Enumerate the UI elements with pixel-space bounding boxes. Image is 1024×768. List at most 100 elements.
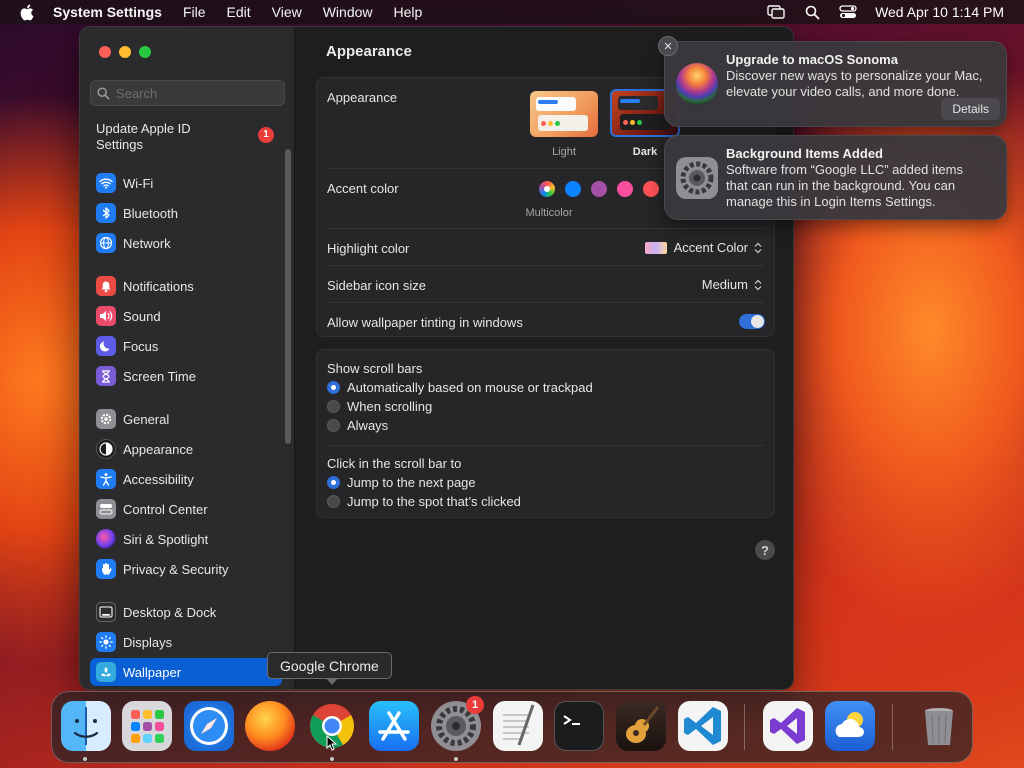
notification-body: Discover new ways to personalize your Ma… — [726, 68, 983, 99]
macos-sonoma-icon — [676, 63, 718, 105]
apple-id-update-item[interactable]: Update Apple ID Settings 1 — [96, 121, 276, 153]
sidebar-item-privacy-security[interactable]: Privacy & Security — [90, 555, 282, 583]
sidebar-item-wifi[interactable]: Wi-Fi — [90, 169, 282, 197]
sidebar-item-label: Appearance — [123, 441, 194, 457]
accent-blue-swatch[interactable] — [565, 181, 581, 197]
sidebar-item-label: Accessibility — [123, 471, 194, 487]
appearance-icon — [96, 439, 116, 459]
menu-app-name[interactable]: System Settings — [53, 4, 162, 20]
radio-selected[interactable] — [327, 381, 340, 394]
menu-view[interactable]: View — [272, 4, 302, 20]
dock-garageband-icon[interactable] — [616, 701, 666, 751]
speaker-icon — [96, 306, 116, 326]
sidebar-item-appearance[interactable]: Appearance — [90, 435, 282, 463]
notification-background-items[interactable]: Background Items Added Software from “Go… — [664, 135, 1007, 220]
menu-edit[interactable]: Edit — [227, 4, 251, 20]
dock-finder-icon[interactable] — [61, 701, 111, 751]
divider — [327, 445, 764, 446]
minimize-window-button[interactable] — [119, 46, 131, 58]
sidebar-item-label: Network — [123, 235, 171, 251]
dock-app-store-icon[interactable] — [369, 701, 419, 751]
highlight-color-label: Highlight color — [327, 241, 410, 256]
sidebar-item-label: Displays — [123, 634, 173, 650]
sidebar-item-network[interactable]: Network — [90, 229, 282, 257]
dock-launchpad-icon[interactable] — [122, 701, 172, 751]
moon-icon — [96, 336, 116, 356]
click-next-page-option[interactable]: Jump to the next page — [327, 475, 476, 490]
scroll-bars-auto-option[interactable]: Automatically based on mouse or trackpad — [327, 380, 593, 395]
spotlight-search-icon[interactable] — [803, 4, 821, 20]
sidebar-item-siri-spotlight[interactable]: Siri & Spotlight — [90, 525, 282, 553]
scroll-bars-when-scrolling-option[interactable]: When scrolling — [327, 399, 432, 414]
apple-menu-icon[interactable] — [19, 4, 37, 20]
hand-icon — [96, 559, 116, 579]
sidebar-item-bluetooth[interactable]: Bluetooth — [90, 199, 282, 227]
sidebar-item-sound[interactable]: Sound — [90, 302, 282, 330]
notification-details-button[interactable]: Details — [941, 98, 1000, 120]
screen-mirroring-icon[interactable] — [767, 4, 785, 20]
notification-title: Background Items Added — [726, 146, 883, 161]
zoom-window-button[interactable] — [139, 46, 151, 58]
menu-help[interactable]: Help — [394, 4, 423, 20]
dock-running-indicator — [330, 757, 334, 761]
dock-settings-badge: 1 — [466, 696, 484, 714]
radio-unselected[interactable] — [327, 419, 340, 432]
control-center-icon — [96, 499, 116, 519]
gear-icon — [96, 409, 116, 429]
menu-clock[interactable]: Wed Apr 10 1:14 PM — [875, 4, 1004, 20]
accent-purple-swatch[interactable] — [591, 181, 607, 197]
sidebar-item-wallpaper[interactable]: Wallpaper — [90, 658, 282, 686]
click-next-page-label: Jump to the next page — [347, 475, 476, 490]
radio-unselected[interactable] — [327, 400, 340, 413]
sidebar-item-control-center[interactable]: Control Center — [90, 495, 282, 523]
sidebar-icon-size-popup[interactable]: Medium — [702, 277, 762, 292]
dock-terminal-icon[interactable] — [554, 701, 604, 751]
dock-visual-studio-icon[interactable] — [763, 701, 813, 751]
sidebar-icon-size-label: Sidebar icon size — [327, 278, 426, 293]
help-button[interactable]: ? — [755, 540, 775, 560]
dock-weather-icon[interactable] — [825, 701, 875, 751]
dock-separator — [892, 704, 893, 750]
notification-sonoma-upgrade[interactable]: Upgrade to macOS Sonoma Discover new way… — [664, 41, 1007, 127]
search-input[interactable] — [116, 85, 276, 101]
scroll-bars-always-option[interactable]: Always — [327, 418, 388, 433]
sidebar-item-desktop-dock[interactable]: Desktop & Dock — [90, 598, 282, 626]
sidebar-item-accessibility[interactable]: Accessibility — [90, 465, 282, 493]
sidebar-item-general[interactable]: General — [90, 405, 282, 433]
highlight-color-popup[interactable]: Accent Color — [644, 240, 762, 255]
sidebar-item-notifications[interactable]: Notifications — [90, 272, 282, 300]
wallpaper-icon — [96, 662, 116, 682]
sidebar: Update Apple ID Settings 1 Wi-Fi Bluetoo… — [80, 27, 295, 689]
sidebar-item-label: Bluetooth — [123, 205, 178, 221]
appearance-light-label: Light — [552, 146, 576, 158]
menu-bar: System Settings File Edit View Window He… — [0, 0, 1024, 24]
dock-textedit-icon[interactable] — [493, 701, 543, 751]
click-spot-label: Jump to the spot that’s clicked — [347, 494, 521, 509]
click-spot-option[interactable]: Jump to the spot that’s clicked — [327, 494, 521, 509]
dock-trash-icon[interactable] — [914, 701, 964, 751]
radio-unselected[interactable] — [327, 495, 340, 508]
notification-title: Upgrade to macOS Sonoma — [726, 52, 898, 67]
control-center-icon[interactable] — [839, 4, 857, 20]
menu-file[interactable]: File — [183, 4, 206, 20]
sidebar-item-label: Screen Time — [123, 368, 196, 384]
sidebar-scrollbar[interactable] — [285, 149, 291, 444]
wallpaper-tinting-toggle[interactable] — [739, 314, 765, 329]
dock-firefox-icon[interactable] — [245, 701, 295, 751]
menu-window[interactable]: Window — [323, 4, 373, 20]
sidebar-item-focus[interactable]: Focus — [90, 332, 282, 360]
sidebar-item-displays[interactable]: Displays — [90, 628, 282, 656]
notification-close-icon[interactable]: ✕ — [658, 36, 678, 56]
accent-red-swatch[interactable] — [643, 181, 659, 197]
dock-safari-icon[interactable] — [184, 701, 234, 751]
search-field[interactable] — [90, 80, 285, 106]
appearance-light-option[interactable] — [530, 91, 598, 137]
dock-vscode-icon[interactable] — [678, 701, 728, 751]
accent-pink-swatch[interactable] — [617, 181, 633, 197]
radio-selected[interactable] — [327, 476, 340, 489]
appearance-label: Appearance — [327, 90, 398, 105]
dock-running-indicator — [83, 757, 87, 761]
sidebar-item-screen-time[interactable]: Screen Time — [90, 362, 282, 390]
accent-multicolor-swatch[interactable] — [539, 181, 555, 197]
close-window-button[interactable] — [99, 46, 111, 58]
